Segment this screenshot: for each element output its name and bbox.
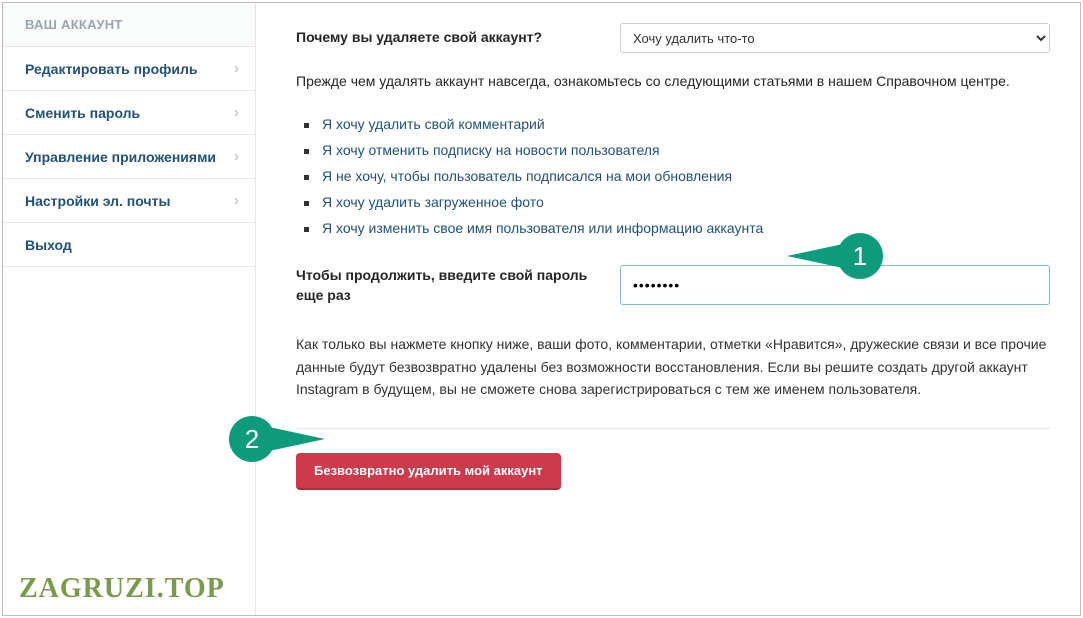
sidebar-item-label: Управление приложениями (25, 149, 216, 165)
divider (296, 428, 1050, 429)
delete-account-button[interactable]: Безвозвратно удалить мой аккаунт (296, 453, 561, 490)
help-link[interactable]: Я хочу удалить свой комментарий (304, 111, 1050, 137)
sidebar-item-change-password[interactable]: Сменить пароль › (3, 91, 255, 135)
sidebar-item-manage-apps[interactable]: Управление приложениями › (3, 135, 255, 179)
watermark: ZAGRUZI.TOP (19, 573, 225, 605)
help-link[interactable]: Я хочу отменить подписку на новости поль… (304, 137, 1050, 163)
sidebar-item-logout[interactable]: Выход › (3, 223, 255, 267)
sidebar-item-edit-profile[interactable]: Редактировать профиль › (3, 47, 255, 91)
reason-label: Почему вы удаляете свой аккаунт? (296, 23, 596, 45)
sidebar-item-email-settings[interactable]: Настройки эл. почты › (3, 179, 255, 223)
sidebar-item-label: Сменить пароль (25, 105, 140, 121)
warning-text: Как только вы нажмете кнопку ниже, ваши … (296, 333, 1050, 400)
sidebar-item-label: Редактировать профиль (25, 61, 198, 77)
help-links-list: Я хочу удалить свой комментарий Я хочу о… (304, 111, 1050, 241)
sidebar-item-label: Настройки эл. почты (25, 193, 170, 209)
reason-select[interactable]: Хочу удалить что-то (620, 23, 1050, 53)
help-link[interactable]: Я не хочу, чтобы пользователь подписался… (304, 163, 1050, 189)
chevron-right-icon: › (234, 104, 239, 121)
password-input[interactable] (620, 265, 1050, 305)
intro-text: Прежде чем удалять аккаунт навсегда, озн… (296, 71, 1050, 93)
chevron-right-icon: › (234, 148, 239, 165)
sidebar-header: ВАШ АККАУНТ (3, 3, 255, 47)
sidebar-item-label: Выход (25, 237, 72, 253)
help-link[interactable]: Я хочу изменить свое имя пользователя ил… (304, 215, 1050, 241)
password-label: Чтобы продолжить, введите свой пароль ещ… (296, 265, 596, 306)
chevron-right-icon: › (234, 192, 239, 209)
help-link[interactable]: Я хочу удалить загруженное фото (304, 189, 1050, 215)
main-content: Почему вы удаляете свой аккаунт? Хочу уд… (256, 3, 1080, 615)
chevron-right-icon: › (234, 60, 239, 77)
sidebar: ВАШ АККАУНТ Редактировать профиль › Смен… (3, 3, 256, 615)
